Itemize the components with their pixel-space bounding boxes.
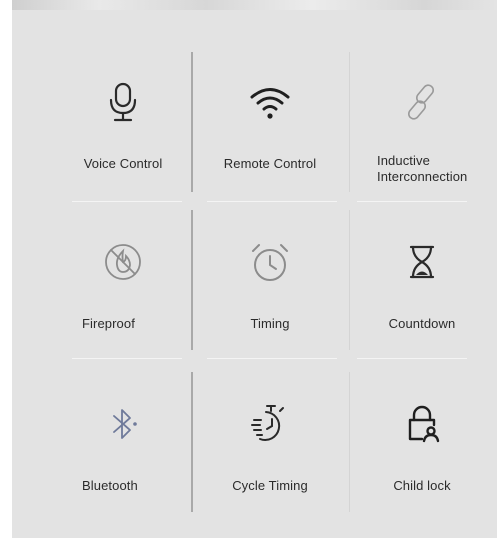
wifi-icon (248, 80, 292, 124)
feature-label: Timing (250, 316, 290, 331)
child-lock-icon (400, 402, 444, 446)
fireproof-icon (101, 240, 145, 284)
hourglass-icon (400, 240, 444, 284)
feature-label: Child lock (393, 478, 451, 493)
alarm-clock-icon (248, 240, 292, 284)
feature-fireproof: Fireproof (48, 216, 198, 366)
feature-timing: Timing (195, 216, 345, 366)
feature-label: Cycle Timing (232, 478, 308, 493)
microphone-icon (101, 80, 145, 124)
feature-remote-control: Remote Control (195, 56, 345, 206)
feature-countdown: Countdown (347, 216, 497, 366)
feature-child-lock: Child lock (347, 378, 497, 528)
feature-label: Bluetooth (82, 478, 138, 493)
feature-inductive-interconnection: Inductive Interconnection (347, 56, 497, 206)
feature-label: Fireproof (82, 316, 135, 331)
feature-label-line: Interconnection (377, 169, 468, 184)
feature-label: Inductive Interconnection (377, 153, 467, 185)
feature-bluetooth: Bluetooth (48, 378, 198, 528)
feature-cycle-timing: Cycle Timing (195, 378, 345, 528)
features-panel: Voice Control Remote Control Inductive I… (12, 10, 497, 538)
bluetooth-icon (101, 402, 145, 446)
feature-voice-control: Voice Control (48, 56, 198, 206)
feature-label: Countdown (388, 316, 456, 331)
feature-label-line: Inductive (377, 153, 430, 168)
link-icon (400, 80, 444, 124)
feature-label: Remote Control (223, 156, 317, 171)
feature-label: Voice Control (83, 156, 163, 171)
stopwatch-icon (248, 402, 292, 446)
